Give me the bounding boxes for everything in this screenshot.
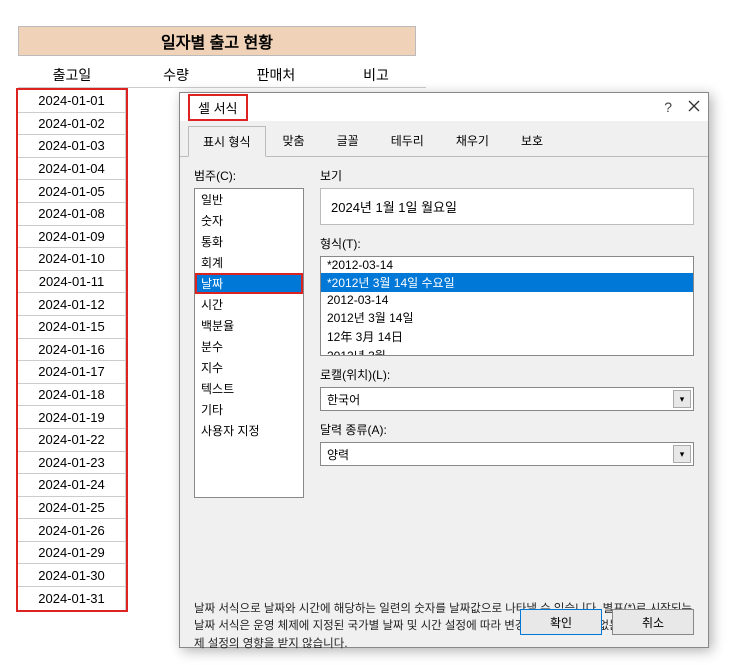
format-label: 형식(T): — [320, 235, 694, 252]
locale-label: 로캘(위치)(L): — [320, 366, 694, 383]
format-cells-dialog: 셀 서식 ? 표시 형식맞춤글꼴테두리채우기보호 범주(C): 일반숫자통화회계… — [179, 92, 709, 648]
category-item[interactable]: 날짜 — [195, 273, 303, 294]
format-item[interactable]: 2012-03-14 — [321, 292, 693, 308]
date-cell[interactable]: 2024-01-01 — [18, 90, 126, 113]
date-cell[interactable]: 2024-01-30 — [18, 564, 126, 587]
category-item[interactable]: 회계 — [195, 252, 303, 273]
preview-label: 보기 — [320, 167, 694, 184]
format-list[interactable]: *2012-03-14*2012년 3월 14일 수요일2012-03-1420… — [320, 256, 694, 356]
date-cell[interactable]: 2024-01-17 — [18, 361, 126, 384]
locale-value: 한국어 — [327, 391, 360, 408]
header-cell: 판매처 — [226, 62, 326, 88]
date-cell[interactable]: 2024-01-11 — [18, 271, 126, 294]
header-cell: 비고 — [326, 62, 426, 88]
date-cell[interactable]: 2024-01-22 — [18, 429, 126, 452]
header-cell: 수량 — [126, 62, 226, 88]
sheet-title-cell: 일자별 출고 현황 — [18, 26, 416, 56]
calendar-value: 양력 — [327, 446, 349, 463]
format-item[interactable]: 2012년 3월 — [321, 346, 693, 356]
category-item[interactable]: 통화 — [195, 231, 303, 252]
tab-테두리[interactable]: 테두리 — [376, 125, 439, 156]
tab-표시 형식[interactable]: 표시 형식 — [188, 126, 266, 157]
category-label: 범주(C): — [194, 167, 304, 184]
format-item[interactable]: 2012년 3월 14일 — [321, 308, 693, 327]
tab-채우기[interactable]: 채우기 — [441, 125, 504, 156]
category-item[interactable]: 사용자 지정 — [195, 420, 303, 441]
date-cell[interactable]: 2024-01-15 — [18, 316, 126, 339]
locale-combo[interactable]: 한국어 ▾ — [320, 387, 694, 411]
date-cell[interactable]: 2024-01-16 — [18, 339, 126, 362]
category-list[interactable]: 일반숫자통화회계날짜시간백분율분수지수텍스트기타사용자 지정 — [194, 188, 304, 498]
column-headers: 출고일 수량 판매처 비고 — [18, 62, 426, 88]
calendar-label: 달력 종류(A): — [320, 421, 694, 438]
date-cell[interactable]: 2024-01-19 — [18, 406, 126, 429]
preview-box: 2024년 1월 1일 월요일 — [320, 188, 694, 225]
category-item[interactable]: 분수 — [195, 336, 303, 357]
date-cell[interactable]: 2024-01-10 — [18, 248, 126, 271]
tab-글꼴[interactable]: 글꼴 — [322, 125, 374, 156]
date-cell[interactable]: 2024-01-08 — [18, 203, 126, 226]
category-item[interactable]: 백분율 — [195, 315, 303, 336]
category-item[interactable]: 기타 — [195, 399, 303, 420]
dialog-tabs: 표시 형식맞춤글꼴테두리채우기보호 — [180, 121, 708, 157]
chevron-down-icon: ▾ — [673, 445, 691, 463]
format-item[interactable]: *2012-03-14 — [321, 257, 693, 273]
ok-button[interactable]: 확인 — [520, 609, 602, 635]
category-item[interactable]: 숫자 — [195, 210, 303, 231]
format-item[interactable]: 12年 3月 14日 — [321, 327, 693, 346]
tab-보호[interactable]: 보호 — [506, 125, 558, 156]
date-cell[interactable]: 2024-01-24 — [18, 474, 126, 497]
category-item[interactable]: 시간 — [195, 294, 303, 315]
cancel-button[interactable]: 취소 — [612, 609, 694, 635]
close-button[interactable] — [688, 99, 700, 115]
date-cell[interactable]: 2024-01-05 — [18, 180, 126, 203]
category-item[interactable]: 텍스트 — [195, 378, 303, 399]
date-cell[interactable]: 2024-01-04 — [18, 158, 126, 181]
date-cell[interactable]: 2024-01-18 — [18, 384, 126, 407]
header-cell: 출고일 — [18, 62, 126, 88]
dialog-titlebar[interactable]: 셀 서식 ? — [180, 93, 708, 121]
close-icon — [688, 100, 700, 112]
category-item[interactable]: 지수 — [195, 357, 303, 378]
tab-맞춤[interactable]: 맞춤 — [268, 125, 320, 156]
format-item[interactable]: *2012년 3월 14일 수요일 — [321, 273, 693, 292]
date-cell[interactable]: 2024-01-02 — [18, 113, 126, 136]
date-cell[interactable]: 2024-01-09 — [18, 226, 126, 249]
chevron-down-icon: ▾ — [673, 390, 691, 408]
date-cell[interactable]: 2024-01-23 — [18, 452, 126, 475]
dialog-title: 셀 서식 — [188, 94, 248, 121]
date-cell[interactable]: 2024-01-25 — [18, 497, 126, 520]
date-cell[interactable]: 2024-01-26 — [18, 519, 126, 542]
date-cell[interactable]: 2024-01-12 — [18, 293, 126, 316]
calendar-combo[interactable]: 양력 ▾ — [320, 442, 694, 466]
date-cell[interactable]: 2024-01-31 — [18, 587, 126, 610]
category-item[interactable]: 일반 — [195, 189, 303, 210]
date-cell[interactable]: 2024-01-03 — [18, 135, 126, 158]
help-button[interactable]: ? — [664, 99, 672, 115]
selected-date-range[interactable]: 2024-01-012024-01-022024-01-032024-01-04… — [16, 88, 128, 612]
date-cell[interactable]: 2024-01-29 — [18, 542, 126, 565]
